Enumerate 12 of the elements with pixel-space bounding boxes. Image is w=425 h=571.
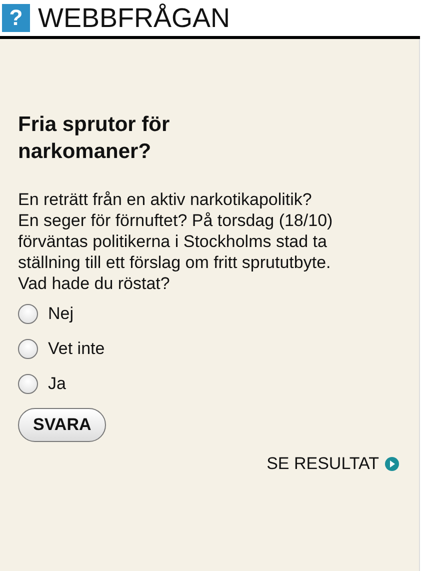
results-link[interactable]: SE RESULTAT: [266, 454, 379, 474]
poll-question: Fria sprutor för narkomaner?: [18, 112, 171, 165]
radio-button[interactable]: [18, 339, 38, 359]
option-label[interactable]: Ja: [48, 374, 66, 394]
radio-button[interactable]: [18, 304, 38, 324]
section-title: WEBBFRÅGAN: [38, 2, 230, 34]
submit-button[interactable]: SVARA: [18, 408, 106, 442]
option-label[interactable]: Vet inte: [48, 339, 105, 359]
poll-description: En reträtt från en aktiv narkotikapolitik? En seger för förnuftet? På torsdag (18/10) förväntas politikerna i Stockholms stad ta ställning till ett förslag om fritt sprututbyte. Vad hade du röstat?: [18, 189, 334, 294]
option-label[interactable]: Nej: [48, 304, 74, 324]
radio-button[interactable]: [18, 374, 38, 394]
help-icon: ?: [2, 4, 30, 32]
